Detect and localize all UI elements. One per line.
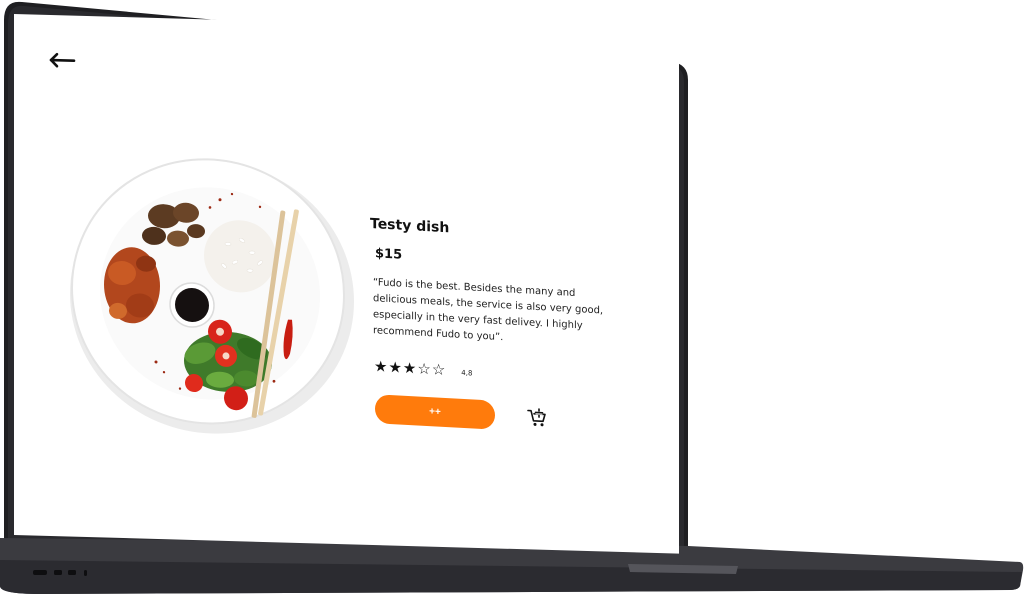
rating-value: 4,8: [461, 368, 473, 378]
port-usb: [33, 570, 47, 575]
rating-row: ★ ★ ★ ☆ ☆ 4,8: [374, 357, 620, 387]
star-filled-icon[interactable]: ★: [403, 359, 416, 378]
app-screen: Testy dish $15 “Fudo is the best. Beside…: [14, 14, 679, 554]
star-rating[interactable]: ★ ★ ★ ☆ ☆: [374, 357, 445, 379]
braised-meat: [104, 247, 160, 324]
mockup-stage: Testy dish $15 “Fudo is the best. Beside…: [0, 0, 1024, 602]
port-thunderbolt-1: [54, 570, 62, 575]
star-filled-icon[interactable]: ★: [374, 357, 387, 376]
back-arrow-icon[interactable]: [48, 50, 78, 71]
star-empty-icon[interactable]: ☆: [432, 360, 445, 379]
port-audio: [84, 570, 87, 576]
port-thunderbolt-2: [68, 570, 76, 575]
star-filled-icon[interactable]: ★: [388, 358, 401, 377]
dish-title: Testy dish: [370, 215, 450, 237]
action-row: ++: [375, 394, 620, 436]
dish-price: $15: [375, 246, 403, 263]
customer-review: “Fudo is the best. Besides the many and …: [373, 277, 604, 344]
star-empty-icon[interactable]: ☆: [417, 360, 430, 379]
add-to-cart-icon[interactable]: [527, 407, 547, 428]
product-details: Testy dish $15 “Fudo is the best. Beside…: [370, 216, 620, 437]
dish-photo: [70, 158, 354, 434]
add-quantity-button[interactable]: ++: [375, 394, 495, 430]
